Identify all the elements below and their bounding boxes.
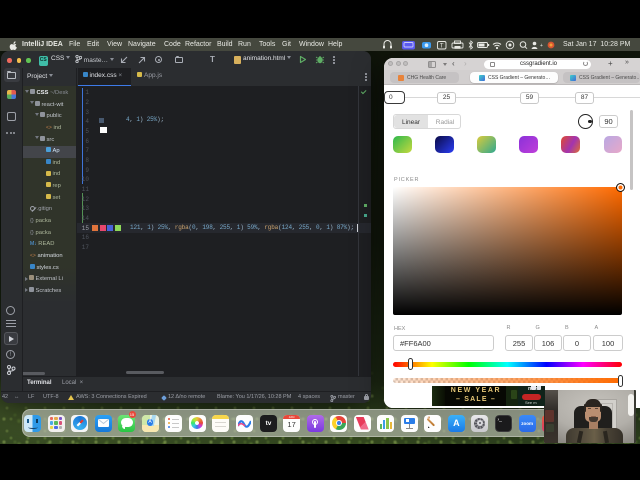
svg-text:+: + (540, 43, 543, 49)
svg-text:T: T (440, 43, 444, 49)
